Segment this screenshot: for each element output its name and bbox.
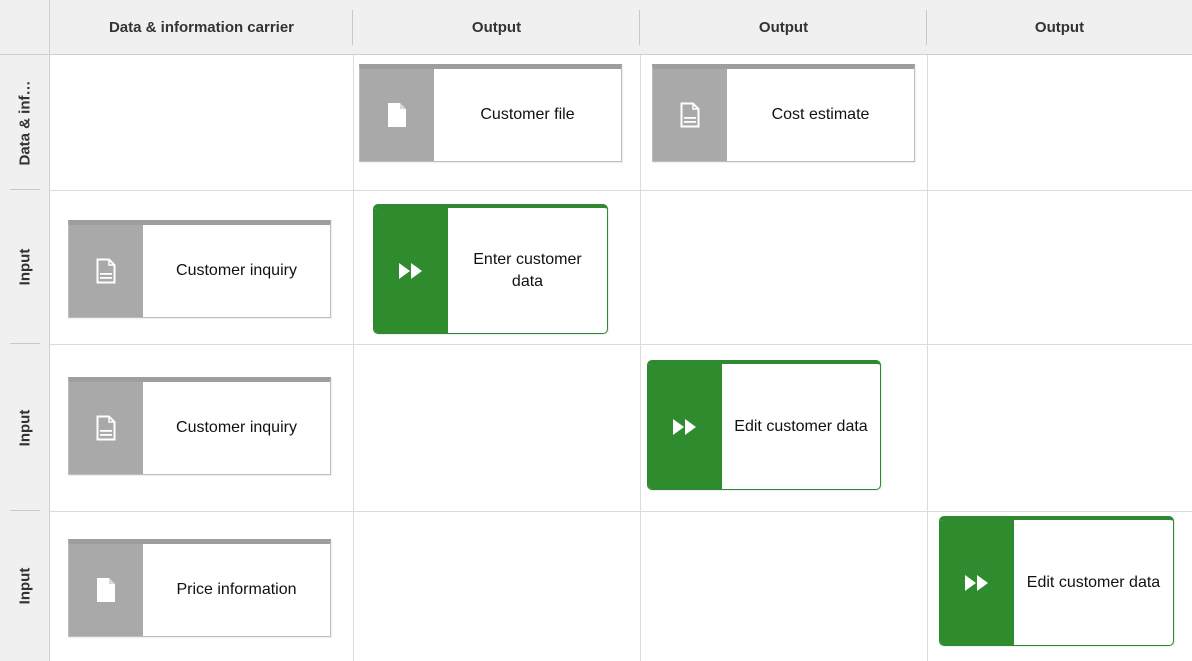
row-header-label: Data & inf… bbox=[16, 79, 34, 166]
matrix-grid: Data & information carrier Output Output… bbox=[0, 0, 1192, 661]
object-label: Edit customer data bbox=[1026, 573, 1161, 591]
column-header-output-3[interactable]: Output bbox=[927, 0, 1192, 55]
function-enter-customer-data[interactable]: Enter customer data bbox=[373, 204, 608, 334]
row-header-label: Input bbox=[16, 567, 34, 605]
function-edit-customer-data-2[interactable]: Edit customer data bbox=[939, 516, 1174, 646]
object-label: Edit customer data bbox=[734, 417, 868, 435]
row-header-input-3[interactable]: Input bbox=[0, 511, 50, 661]
object-cost-estimate[interactable]: Cost estimate bbox=[652, 64, 915, 162]
grid-line bbox=[353, 55, 354, 661]
column-header-label: Output bbox=[471, 18, 522, 36]
text-document-icon bbox=[653, 69, 727, 161]
column-header-output-1[interactable]: Output bbox=[353, 0, 640, 55]
document-icon bbox=[360, 69, 434, 161]
grid-line bbox=[927, 55, 928, 661]
grid-line bbox=[50, 511, 1192, 512]
row-header-data[interactable]: Data & inf… bbox=[0, 55, 50, 190]
object-customer-file[interactable]: Customer file bbox=[359, 64, 622, 162]
text-document-icon bbox=[69, 382, 143, 474]
text-document-icon bbox=[69, 225, 143, 317]
fast-forward-icon bbox=[940, 520, 1014, 645]
object-label: Customer file bbox=[480, 106, 575, 123]
grid-line bbox=[640, 55, 641, 661]
object-customer-inquiry-2[interactable]: Customer inquiry bbox=[68, 377, 331, 475]
column-header-output-2[interactable]: Output bbox=[640, 0, 927, 55]
column-header-label: Output bbox=[758, 18, 809, 36]
grid-line bbox=[50, 190, 1192, 191]
object-label: Enter customer data bbox=[473, 250, 582, 290]
row-header-label: Input bbox=[16, 409, 34, 446]
object-label: Customer inquiry bbox=[176, 419, 297, 436]
object-label: Price information bbox=[176, 581, 297, 598]
matrix-corner bbox=[0, 0, 50, 55]
column-header-label: Data & information carrier bbox=[108, 18, 295, 36]
fast-forward-icon bbox=[374, 208, 448, 333]
row-header-input-1[interactable]: Input bbox=[0, 190, 50, 344]
function-edit-customer-data-1[interactable]: Edit customer data bbox=[647, 360, 881, 490]
grid-line bbox=[50, 344, 1192, 345]
column-header-label: Output bbox=[1034, 18, 1085, 36]
object-price-information[interactable]: Price information bbox=[68, 539, 331, 637]
object-label: Cost estimate bbox=[771, 106, 870, 123]
object-customer-inquiry-1[interactable]: Customer inquiry bbox=[68, 220, 331, 318]
row-header-label: Input bbox=[16, 248, 34, 286]
column-header-carrier[interactable]: Data & information carrier bbox=[50, 0, 353, 55]
fast-forward-icon bbox=[648, 364, 722, 489]
object-label: Customer inquiry bbox=[176, 262, 297, 279]
document-icon bbox=[69, 544, 143, 636]
row-header-input-2[interactable]: Input bbox=[0, 344, 50, 511]
